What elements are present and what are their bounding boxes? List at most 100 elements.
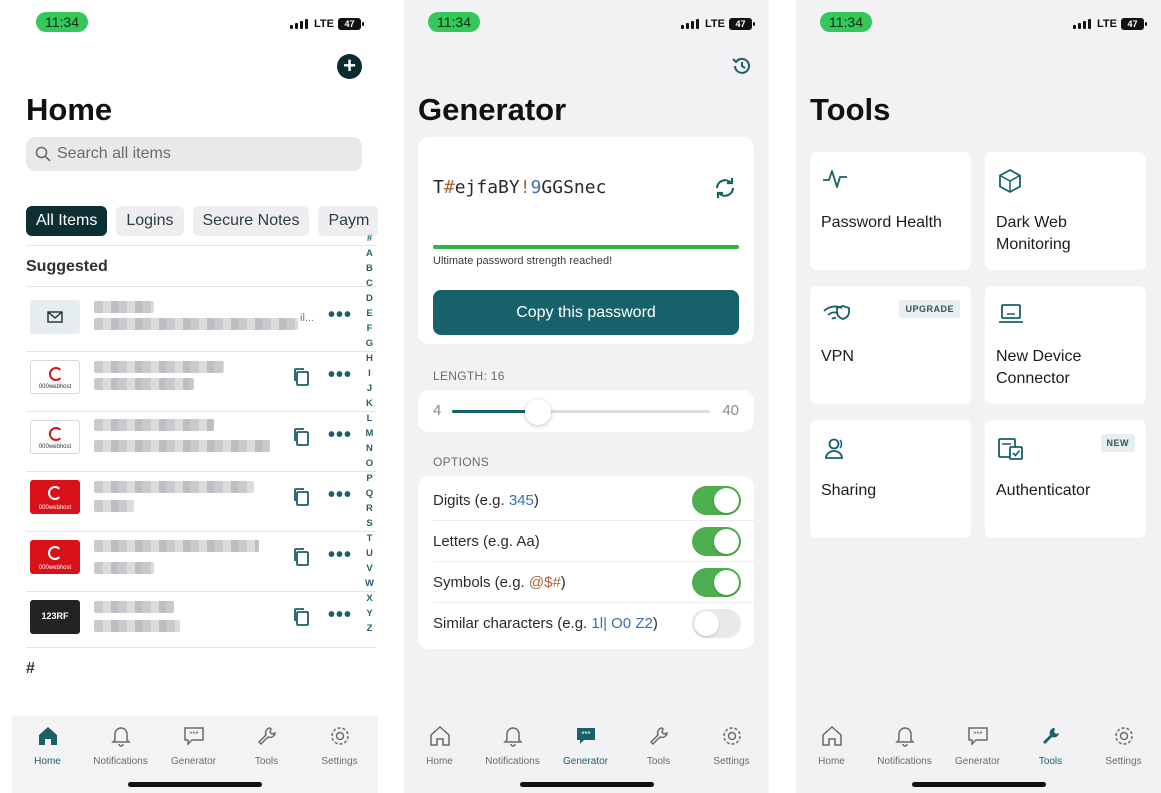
alphabet-letter[interactable]: M bbox=[365, 426, 374, 441]
pulse-icon bbox=[822, 168, 848, 195]
alphabet-letter[interactable]: X bbox=[365, 591, 374, 606]
letters-toggle[interactable] bbox=[692, 527, 741, 556]
tool-password-health[interactable]: Password Health bbox=[810, 152, 971, 270]
tool-vpn[interactable]: UPGRADE VPN bbox=[810, 286, 971, 404]
length-slider[interactable] bbox=[452, 399, 710, 425]
blurred-title bbox=[94, 481, 254, 493]
status-time: 11:34 bbox=[36, 12, 88, 32]
chip-logins[interactable]: Logins bbox=[116, 206, 184, 236]
tab-notifications[interactable]: Notifications bbox=[476, 724, 549, 767]
home-icon bbox=[821, 725, 842, 746]
alphabet-letter[interactable]: C bbox=[365, 276, 374, 291]
copy-icon[interactable] bbox=[292, 607, 310, 632]
similar-characters-toggle[interactable] bbox=[692, 609, 741, 638]
alphabet-letter[interactable]: A bbox=[365, 246, 374, 261]
alphabet-letter[interactable]: K bbox=[365, 396, 374, 411]
blurred-subtitle bbox=[94, 318, 298, 330]
more-button[interactable]: ••• bbox=[328, 484, 352, 507]
alphabet-letter[interactable]: L bbox=[365, 411, 374, 426]
alphabet-letter[interactable]: J bbox=[365, 381, 374, 396]
blurred-title bbox=[94, 540, 259, 552]
tab-notifications[interactable]: Notifications bbox=[868, 724, 941, 767]
alphabet-letter[interactable]: Q bbox=[365, 486, 374, 501]
alphabet-letter[interactable]: N bbox=[365, 441, 374, 456]
list-item[interactable]: 000webhost ••• bbox=[26, 472, 366, 522]
chip-secure-notes[interactable]: Secure Notes bbox=[192, 206, 310, 236]
chip-all-items[interactable]: All Items bbox=[26, 206, 108, 236]
alphabet-letter[interactable]: P bbox=[365, 471, 374, 486]
alphabet-letter[interactable]: Y bbox=[365, 606, 374, 621]
tab-tools[interactable]: Tools bbox=[1014, 724, 1087, 767]
alphabet-letter[interactable]: I bbox=[365, 366, 374, 381]
more-button[interactable]: ••• bbox=[328, 304, 352, 327]
tool-sharing[interactable]: Sharing bbox=[810, 420, 971, 538]
tab-generator[interactable]: *** Generator bbox=[549, 724, 622, 767]
alphabet-letter[interactable]: W bbox=[365, 576, 374, 591]
alphabet-letter[interactable]: R bbox=[365, 501, 374, 516]
digits-toggle[interactable] bbox=[692, 486, 741, 515]
list-item[interactable]: 000webhost ••• bbox=[26, 532, 366, 582]
slider-thumb[interactable] bbox=[525, 399, 551, 425]
alphabet-letter[interactable]: T bbox=[365, 531, 374, 546]
tab-home[interactable]: Home bbox=[12, 724, 84, 767]
more-button[interactable]: ••• bbox=[328, 424, 352, 447]
tab-settings[interactable]: Settings bbox=[695, 724, 768, 767]
tool-authenticator[interactable]: NEW Authenticator bbox=[985, 420, 1146, 538]
copy-icon[interactable] bbox=[292, 547, 310, 572]
copy-icon[interactable] bbox=[292, 367, 310, 392]
more-button[interactable]: ••• bbox=[328, 544, 352, 567]
copy-icon[interactable] bbox=[292, 427, 310, 452]
list-item[interactable]: 123RF ••• bbox=[26, 592, 366, 642]
alphabet-letter[interactable]: E bbox=[365, 306, 374, 321]
tab-tools[interactable]: Tools bbox=[622, 724, 695, 767]
list-item[interactable]: 000webhost ••• bbox=[26, 352, 366, 402]
alphabet-letter[interactable]: S bbox=[365, 516, 374, 531]
laptop-icon bbox=[997, 302, 1025, 331]
alphabet-letter[interactable]: H bbox=[365, 351, 374, 366]
alphabet-letter[interactable]: U bbox=[365, 546, 374, 561]
row-trail: il... bbox=[300, 312, 315, 324]
tab-tools[interactable]: Tools bbox=[230, 724, 303, 767]
blurred-subtitle bbox=[94, 620, 180, 632]
generated-password[interactable]: T#ejfaBY!9GGSnec bbox=[433, 177, 606, 198]
alphabet-letter[interactable]: V bbox=[365, 561, 374, 576]
tab-settings[interactable]: Settings bbox=[303, 724, 376, 767]
tab-generator[interactable]: *** Generator bbox=[941, 724, 1014, 767]
alphabet-letter[interactable]: Z bbox=[365, 621, 374, 636]
alphabet-letter[interactable]: D bbox=[365, 291, 374, 306]
alphabet-letter[interactable]: F bbox=[365, 321, 374, 336]
add-item-button[interactable]: + bbox=[337, 54, 362, 79]
alphabet-index[interactable]: # A B C D E F G H I J K L M N O P Q R S T U V W X Y Z bbox=[365, 231, 374, 636]
history-icon[interactable] bbox=[731, 55, 753, 82]
refresh-icon[interactable] bbox=[712, 175, 738, 206]
more-button[interactable]: ••• bbox=[328, 604, 352, 627]
copy-icon[interactable] bbox=[292, 487, 310, 512]
tool-dark-web-monitoring[interactable]: Dark Web Monitoring bbox=[985, 152, 1146, 270]
gear-icon bbox=[722, 727, 741, 745]
alphabet-letter[interactable]: G bbox=[365, 336, 374, 351]
tab-home[interactable]: Home bbox=[796, 724, 868, 767]
tab-settings[interactable]: Settings bbox=[1087, 724, 1160, 767]
alphabet-letter[interactable]: O bbox=[365, 456, 374, 471]
option-label: Symbols (e.g. @$#) bbox=[433, 574, 566, 591]
tab-notifications[interactable]: Notifications bbox=[84, 724, 157, 767]
symbols-toggle[interactable] bbox=[692, 568, 741, 597]
bell-icon bbox=[894, 727, 915, 747]
search-input[interactable]: Search all items bbox=[26, 137, 362, 171]
more-button[interactable]: ••• bbox=[328, 364, 352, 387]
blurred-subtitle bbox=[94, 440, 270, 452]
blurred-title bbox=[94, 601, 174, 613]
tool-new-device-connector[interactable]: New Device Connector bbox=[985, 286, 1146, 404]
signal-icon bbox=[1073, 19, 1091, 29]
alphabet-letter[interactable]: # bbox=[365, 231, 374, 246]
tab-home[interactable]: Home bbox=[404, 724, 476, 767]
tab-generator[interactable]: *** Generator bbox=[157, 724, 230, 767]
network-label: LTE bbox=[705, 18, 725, 30]
home-indicator bbox=[911, 782, 1046, 787]
list-item[interactable]: 000webhost ••• bbox=[26, 412, 366, 462]
battery-icon: 47 bbox=[338, 18, 364, 30]
copy-password-button[interactable]: Copy this password bbox=[433, 290, 739, 335]
home-screen: 11:34 L T E 47 + Home Search all items All… bbox=[12, 0, 378, 793]
alphabet-letter[interactable]: B bbox=[365, 261, 374, 276]
list-item[interactable]: il... ••• bbox=[26, 292, 366, 342]
